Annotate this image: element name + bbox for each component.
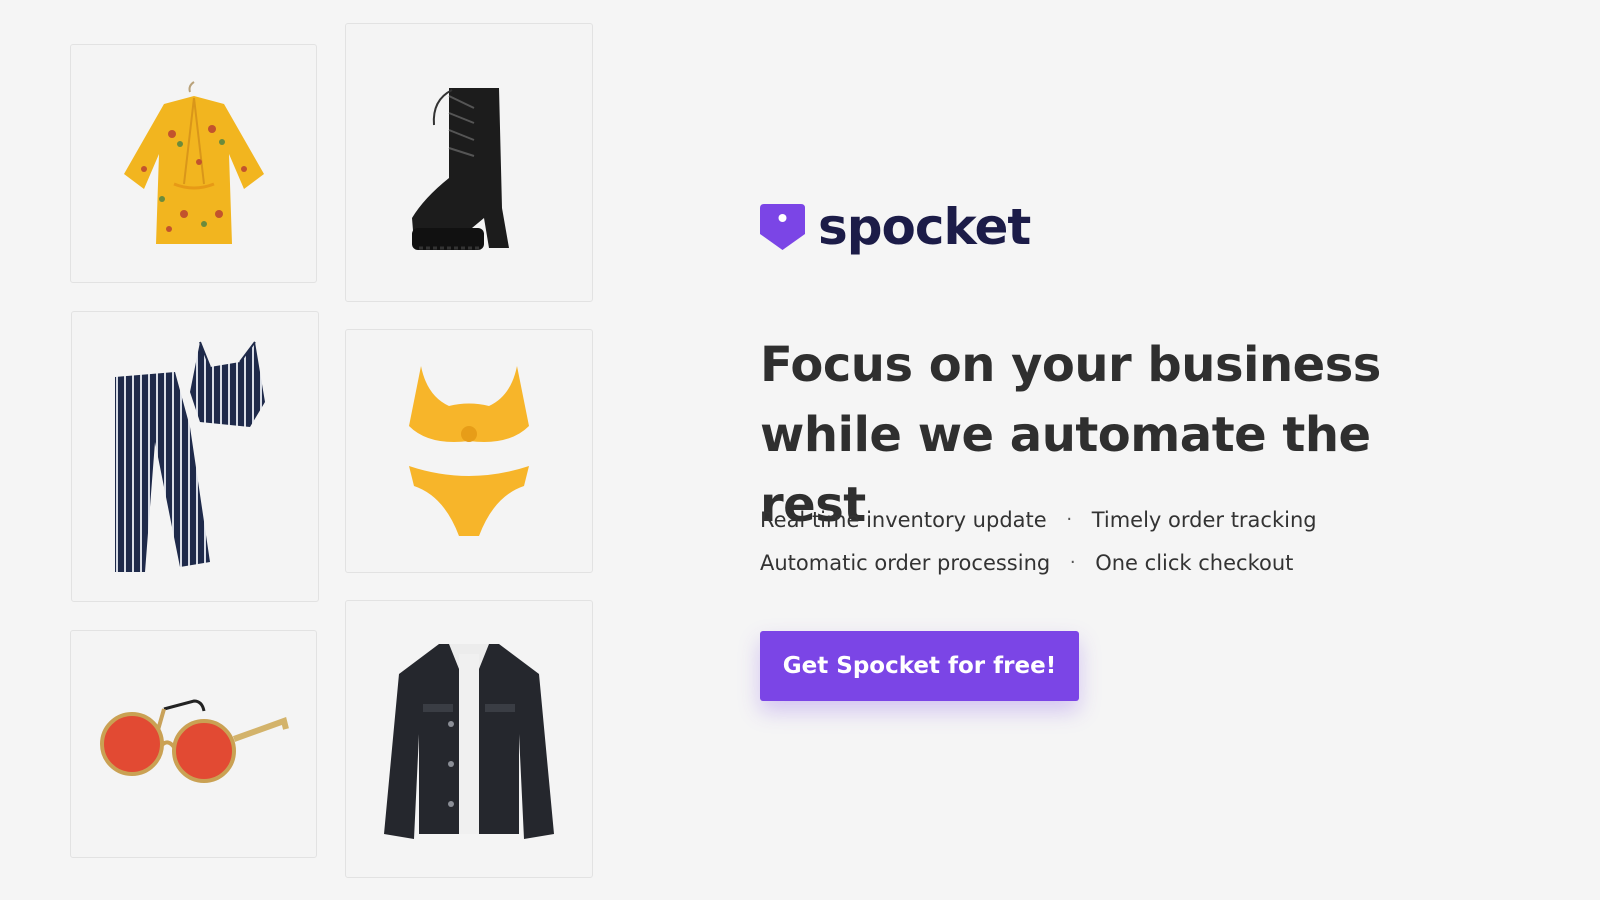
- round-sunglasses-icon: [99, 699, 289, 783]
- feature-row: Automatic order processing · One click c…: [760, 541, 1317, 584]
- headline-line-1: Focus on your business: [760, 337, 1381, 393]
- feature-separator: ·: [1069, 552, 1076, 573]
- product-card-blouse[interactable]: [70, 44, 317, 283]
- feature-list: Real time inventory update · Timely orde…: [760, 498, 1317, 584]
- striped-pajama-set-icon: [115, 340, 265, 572]
- denim-jacket-icon: [384, 644, 554, 839]
- feature-separator: ·: [1066, 509, 1073, 530]
- get-spocket-button[interactable]: Get Spocket for free!: [760, 631, 1079, 701]
- product-card-sunglasses[interactable]: [70, 630, 317, 858]
- platform-boot-icon: [412, 87, 509, 250]
- feature-item: One click checkout: [1095, 550, 1294, 575]
- product-card-bikini[interactable]: [345, 329, 593, 573]
- spocket-logo: spocket: [760, 198, 1031, 256]
- product-card-pajama[interactable]: [71, 311, 319, 602]
- product-card-jacket[interactable]: [345, 600, 593, 878]
- feature-row: Real time inventory update · Timely orde…: [760, 498, 1317, 541]
- yellow-bikini-icon: [409, 366, 529, 536]
- floral-blouse-icon: [123, 80, 264, 244]
- feature-item: Real time inventory update: [760, 507, 1047, 532]
- feature-item: Timely order tracking: [1091, 507, 1317, 532]
- brand-name: spocket: [818, 198, 1031, 256]
- spocket-tag-icon: [760, 204, 805, 250]
- product-card-boot[interactable]: [345, 23, 593, 302]
- feature-item: Automatic order processing: [760, 550, 1051, 575]
